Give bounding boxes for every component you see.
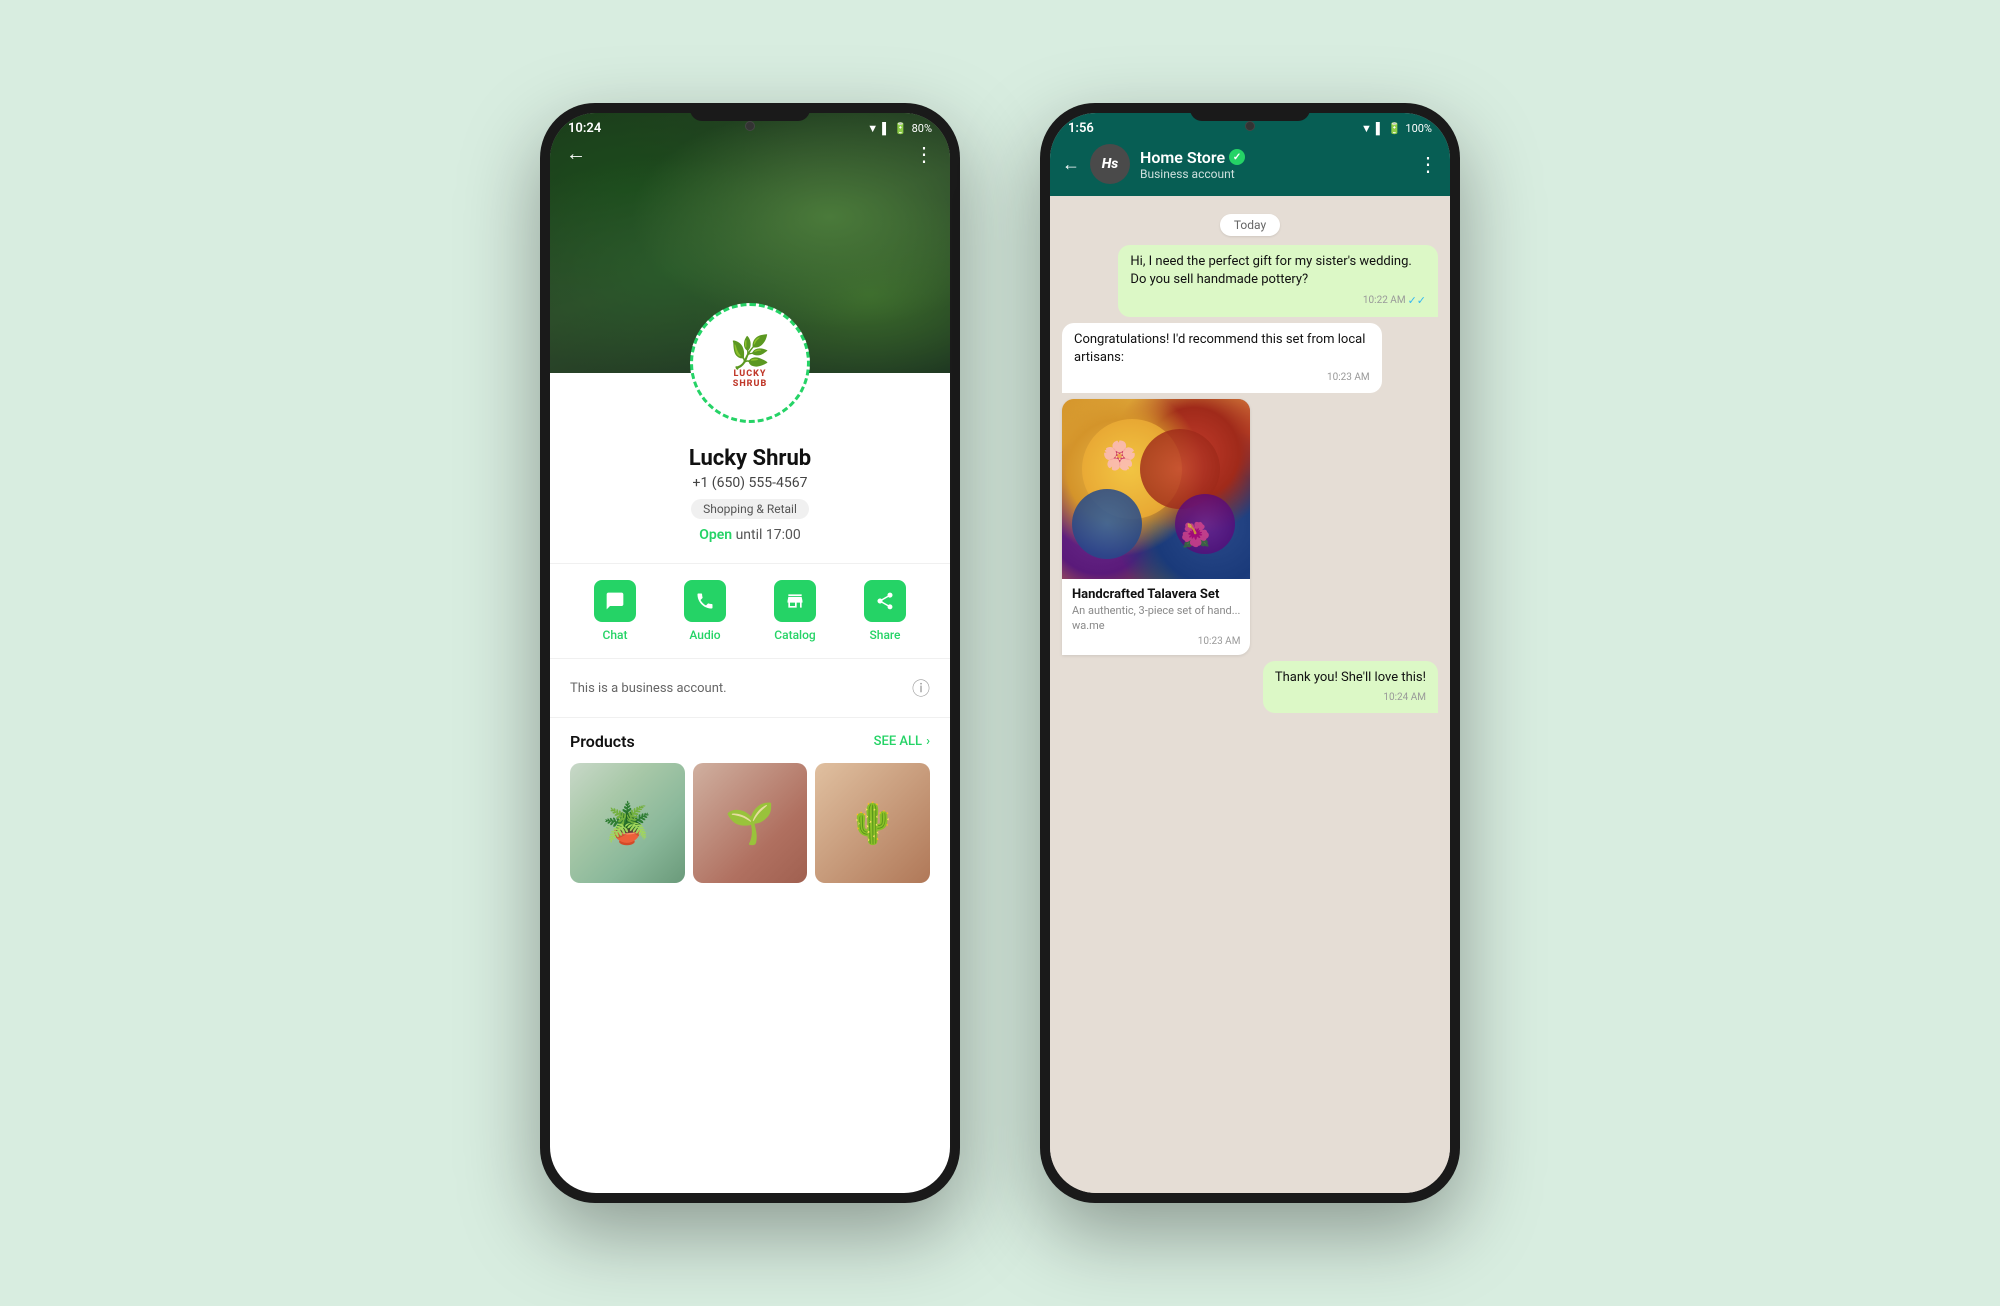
products-header: Products SEE ALL ›	[570, 732, 930, 751]
status-icons-2: ▼ ▌ 🔋 100%	[1361, 122, 1432, 135]
battery-icon-1: 🔋	[894, 122, 908, 135]
message-2-received: Congratulations! I'd recommend this set …	[1062, 323, 1382, 393]
product-thumb-1[interactable]: 🪴	[570, 763, 685, 883]
signal-icon-1: ▌	[882, 122, 890, 135]
chat-header: ← Hs Home Store ✓ Business account ⋮	[1050, 136, 1450, 196]
product-thumb-2[interactable]: 🌱	[693, 763, 808, 883]
contact-info: Home Store ✓ Business account	[1140, 148, 1408, 181]
phone-camera-2	[1245, 121, 1255, 131]
open-status: Open	[699, 527, 732, 543]
date-label: Today	[1062, 214, 1438, 233]
status-time-2: 1:56	[1068, 121, 1094, 136]
products-title: Products	[570, 732, 635, 751]
signal-icon-2: ▌	[1376, 122, 1384, 135]
message-1-ticks: ✓✓	[1408, 293, 1426, 308]
succulent-icon-3: 🌵	[815, 763, 930, 883]
contact-subtitle: Business account	[1140, 167, 1408, 181]
status-icons-1: ▼ ▌ 🔋 80%	[867, 122, 932, 135]
catalog-icon	[774, 580, 816, 622]
product-card-time: 10:23 AM	[1072, 636, 1240, 647]
share-label: Share	[870, 628, 901, 642]
business-avatar: 🌿 LUCKYSHRUB	[690, 303, 810, 423]
plant-logo-icon: 🌿	[730, 336, 770, 368]
audio-icon	[684, 580, 726, 622]
catalog-action[interactable]: Catalog	[774, 580, 816, 642]
profile-topbar: ← ⋮	[550, 141, 950, 166]
succulent-icon-1: 🪴	[570, 763, 685, 883]
phone-1-business-profile: 10:24 ▼ ▌ 🔋 80% ← ⋮ 🌿 LUCKYSHRUB	[540, 103, 960, 1203]
business-phone: +1 (650) 555-4567	[570, 475, 930, 491]
chat-messages[interactable]: Today Hi, I need the perfect gift for my…	[1050, 196, 1450, 1193]
products-section: Products SEE ALL › 🪴 🌱 🌵	[550, 718, 950, 883]
avatar-logo: 🌿 LUCKYSHRUB	[730, 336, 770, 390]
product-card-info: Handcrafted Talavera Set An authentic, 3…	[1062, 579, 1250, 655]
wifi-icon-1: ▼	[867, 122, 878, 135]
message-1-text: Hi, I need the perfect gift for my siste…	[1130, 253, 1426, 289]
message-1-time: 10:22 AM ✓✓	[1130, 293, 1426, 308]
share-action[interactable]: Share	[864, 580, 906, 642]
message-2-time: 10:23 AM	[1074, 371, 1370, 385]
battery-percent-1: 80%	[912, 122, 932, 135]
avatar-ring: 🌿 LUCKYSHRUB	[690, 303, 810, 423]
product-grid: 🪴 🌱 🌵	[570, 763, 930, 883]
business-category: Shopping & Retail	[691, 499, 809, 519]
info-icon: ⓘ	[912, 675, 930, 701]
share-icon	[864, 580, 906, 622]
contact-name: Home Store ✓	[1140, 148, 1408, 167]
back-button-1[interactable]: ←	[566, 141, 586, 166]
status-time-1: 10:24	[568, 121, 601, 136]
back-button-2[interactable]: ←	[1062, 154, 1080, 175]
message-2-text: Congratulations! I'd recommend this set …	[1074, 331, 1370, 367]
profile-body: Lucky Shrub +1 (650) 555-4567 Shopping &…	[550, 373, 950, 883]
message-4-text: Thank you! She'll love this!	[1275, 669, 1426, 687]
chat-icon	[594, 580, 636, 622]
succulent-icon-2: 🌱	[693, 763, 808, 883]
more-menu-button-2[interactable]: ⋮	[1418, 152, 1438, 176]
phone-2-chat: 1:56 ▼ ▌ 🔋 100% ← Hs Home Store ✓ Bus	[1040, 103, 1460, 1203]
contact-avatar: Hs	[1090, 144, 1130, 184]
audio-label: Audio	[689, 628, 720, 642]
see-all-button[interactable]: SEE ALL ›	[874, 734, 930, 749]
business-info-text: This is a business account.	[570, 681, 727, 696]
flower-1: 🌸	[1102, 439, 1137, 472]
verified-badge: ✓	[1229, 149, 1245, 165]
product-card-title: Handcrafted Talavera Set	[1072, 587, 1240, 602]
profile-actions: Chat Audio Catalog	[550, 563, 950, 659]
catalog-label: Catalog	[774, 628, 815, 642]
pottery-3	[1072, 489, 1142, 559]
battery-percent-2: 100%	[1405, 122, 1432, 135]
business-name: Lucky Shrub	[570, 446, 930, 471]
phone-camera-1	[745, 121, 755, 131]
contact-name-text: Home Store	[1140, 148, 1225, 167]
talavera-pottery-visual: 🌸 🌺	[1062, 399, 1250, 579]
battery-icon-2: 🔋	[1388, 122, 1402, 135]
product-thumb-3[interactable]: 🌵	[815, 763, 930, 883]
message-1-sent: Hi, I need the perfect gift for my siste…	[1118, 245, 1438, 317]
date-text: Today	[1220, 214, 1280, 236]
contact-avatar-initials: Hs	[1090, 144, 1130, 184]
chat-label: Chat	[603, 628, 628, 642]
hours-suffix: until 17:00	[732, 527, 801, 543]
business-info-row: This is a business account. ⓘ	[550, 659, 950, 718]
product-card[interactable]: 🌸 🌺 Handcrafted Talavera Set An authenti…	[1062, 399, 1250, 655]
wifi-icon-2: ▼	[1361, 122, 1372, 135]
message-4-time: 10:24 AM	[1275, 691, 1426, 705]
product-card-link: wa.me	[1072, 619, 1240, 632]
message-4-sent: Thank you! She'll love this! 10:24 AM	[1263, 661, 1438, 713]
chat-action[interactable]: Chat	[594, 580, 636, 642]
brand-name-logo: LUCKYSHRUB	[733, 370, 767, 390]
business-hours: Open until 17:00	[570, 527, 930, 543]
more-menu-button-1[interactable]: ⋮	[914, 142, 934, 166]
audio-action[interactable]: Audio	[684, 580, 726, 642]
profile-name-section: Lucky Shrub +1 (650) 555-4567 Shopping &…	[550, 438, 950, 555]
flower-2: 🌺	[1181, 521, 1211, 549]
product-card-desc: An authentic, 3-piece set of hand...	[1072, 604, 1240, 617]
product-card-image: 🌸 🌺	[1062, 399, 1250, 579]
